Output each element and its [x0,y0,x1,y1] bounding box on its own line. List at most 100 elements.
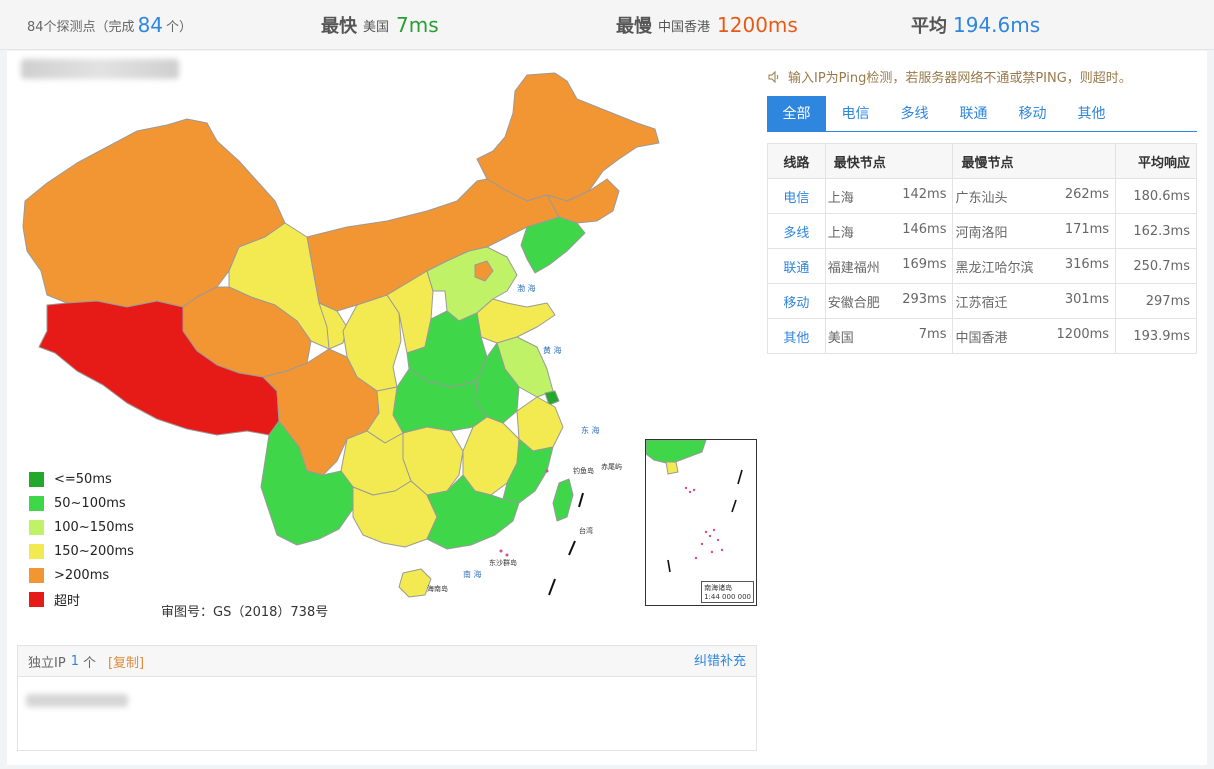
label-dongsha: 东沙群岛 [489,558,517,567]
fast-ms: 146ms [902,221,947,237]
slow-node-cell: 河南洛阳 171ms [952,213,1117,249]
island-dot [505,553,509,557]
avg-response: 162.3ms [1115,213,1197,249]
avg-response: 180.6ms [1115,178,1197,214]
legend-item: >200ms [29,563,134,587]
row-line-link[interactable]: 电信 [767,178,826,214]
legend-swatch [29,471,44,487]
tab-telecom[interactable]: 电信 [826,96,885,132]
latency-legend: <=50ms 50~100ms 100~150ms 150~200ms >200… [29,467,134,611]
slowest-label: 最慢 [616,16,652,37]
fastest-summary: 最快 美国 7ms [321,0,439,50]
summary-bar: 84个探测点 （完成 84 个） 最快 美国 7ms 最慢 中国香港 1200m… [0,0,1214,50]
legend-item: 100~150ms [29,515,134,539]
inset-hainan [665,461,679,475]
boundary-dash [548,578,556,596]
inset-label: 南海诸岛 1:44 000 000 [701,581,754,603]
ip-count: 1 [70,653,79,669]
boundary-dash [578,492,584,508]
label-diaoyu: 钓鱼岛 [573,466,594,475]
legend-label: <=50ms [54,471,112,487]
fast-node-cell: 上海 142ms [824,178,954,214]
completed-prefix: （完成 [95,19,135,35]
row-line-link[interactable]: 其他 [767,318,826,354]
row-line-link[interactable]: 移动 [767,283,826,319]
tab-other[interactable]: 其他 [1062,96,1121,132]
row-line-link[interactable]: 多线 [767,213,826,249]
fast-node-cell: 福建福州 169ms [824,248,954,284]
fast-ms: 142ms [902,186,947,202]
average-summary: 平均 194.6ms [911,0,1040,50]
fast-node-cell: 安徽合肥 293ms [824,283,954,319]
region-heilongjiang[interactable] [476,72,660,202]
inset-title: 南海诸岛 [704,584,733,592]
inset-scale: 1:44 000 000 [704,593,751,601]
fastest-label: 最快 [321,16,357,37]
slow-ms: 262ms [1064,186,1110,202]
island-dot [545,469,549,473]
legend-item: 超时 [29,587,134,611]
inset-mainland [646,440,707,465]
table-row: 移动 安徽合肥 293ms 江苏宿迁 301ms 297ms [767,283,1197,319]
legend-swatch [29,519,44,535]
isp-tabs: 全部 电信 多线 联通 移动 其他 [767,96,1197,132]
fast-node: 上海 [827,225,854,241]
tab-unicom[interactable]: 联通 [944,96,1003,132]
avg-response: 250.7ms [1115,248,1197,284]
label-chiwei: 赤尾屿 [601,462,622,471]
row-line-link[interactable]: 联通 [767,248,826,284]
completed-count: 84 [137,13,164,37]
col-slowest: 最慢节点 [952,143,1117,179]
ip-section: 独立IP 1 个 [复制] 纠错补充 [17,645,757,751]
ip-unit: 个 [82,655,96,671]
ip-list-redacted [26,694,128,707]
slow-node-cell: 黑龙江哈尔滨 316ms [952,248,1117,284]
copy-ip-button[interactable]: [复制] [108,652,144,671]
avg-response: 297ms [1115,283,1197,319]
report-correction-link[interactable]: 纠错补充 [694,646,746,677]
fast-node-cell: 美国 7ms [824,318,954,354]
slow-node-cell: 中国香港 1200ms [952,318,1117,354]
slow-node: 中国香港 [955,330,1008,346]
fast-node: 美国 [827,330,854,346]
legend-label: >200ms [54,567,110,583]
fast-node: 上海 [827,190,854,206]
region-shandong[interactable] [476,298,556,344]
tab-multiline[interactable]: 多线 [885,96,944,132]
slow-node-cell: 江苏宿迁 301ms [952,283,1117,319]
map-approval-number: 审图号：GS（2018）738号 [161,605,329,620]
legend-swatch [29,591,44,607]
table-row: 多线 上海 146ms 河南洛阳 171ms 162.3ms [767,213,1197,249]
table-row: 联通 福建福州 169ms 黑龙江哈尔滨 316ms 250.7ms [767,248,1197,284]
sea-label-donghai: 东 海 [581,425,600,435]
average-value: 194.6ms [953,13,1041,37]
fast-ms: 293ms [902,291,947,307]
col-average: 平均响应 [1115,143,1197,179]
fast-node: 福建福州 [827,260,880,276]
tab-mobile[interactable]: 移动 [1003,96,1062,132]
slow-ms: 316ms [1064,256,1110,272]
fast-node: 安徽合肥 [827,295,880,311]
speaker-icon [768,70,779,83]
slowest-location: 中国香港 [658,19,711,35]
fastest-location: 美国 [363,19,390,35]
slow-ms: 171ms [1064,221,1110,237]
legend-label: 150~200ms [54,543,134,559]
region-taiwan[interactable] [552,478,574,522]
ping-notice: 输入IP为Ping检测，若服务器网络不通或禁PING，则超时。 [767,67,1132,86]
fast-ms: 7ms [918,326,947,342]
legend-item: <=50ms [29,467,134,491]
average-label: 平均 [911,16,947,37]
ip-section-header: 独立IP 1 个 [复制] 纠错补充 [18,646,756,677]
table-row: 其他 美国 7ms 中国香港 1200ms 193.9ms [767,318,1197,354]
legend-label: 100~150ms [54,519,134,535]
probe-count: 84个探测点 [27,19,96,35]
island-dot [499,549,503,553]
table-header-row: 线路 最快节点 最慢节点 平均响应 [767,143,1197,179]
tab-all[interactable]: 全部 [767,96,826,132]
isp-results-table: 线路 最快节点 最慢节点 平均响应 电信 上海 142ms 广东汕头 262ms 1… [767,143,1197,354]
slow-node: 河南洛阳 [955,225,1008,241]
slowest-summary: 最慢 中国香港 1200ms [616,0,798,50]
ip-label: 独立IP [28,655,66,671]
sea-label-nanhai: 南 海 [463,569,482,579]
